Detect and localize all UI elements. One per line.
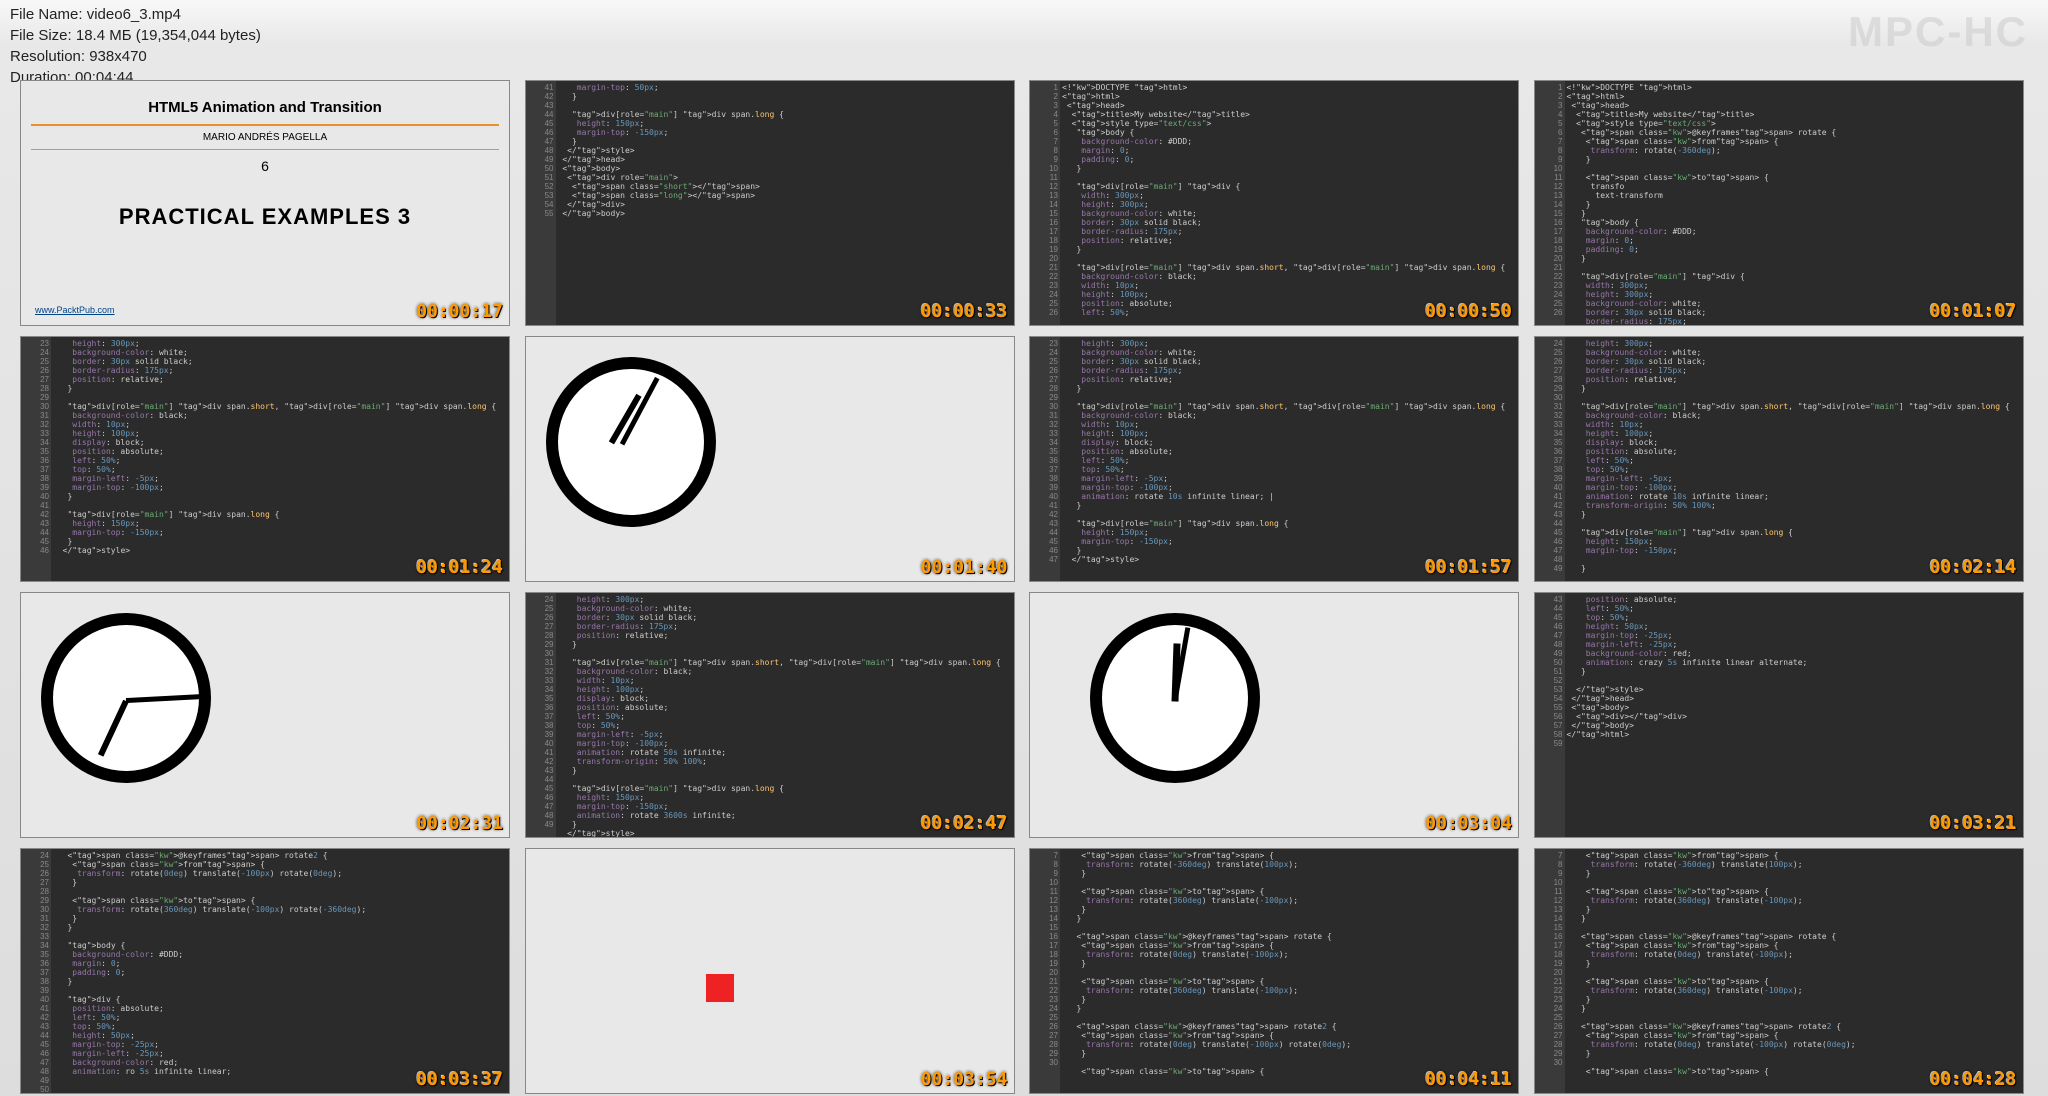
timestamp: 00:02:31 — [416, 813, 503, 834]
code-snippet: <"tag">span class="kw">from"tag">span> {… — [1567, 851, 2021, 1076]
timestamp: 00:04:28 — [1930, 1069, 2017, 1090]
thumbnail[interactable]: 4344454647484950515253545556575859 posit… — [1534, 592, 2024, 838]
code-snippet: margin-top: 50px; } "tag">div[role="main… — [558, 83, 1012, 218]
code-snippet: height: 300px; background-color: white; … — [1062, 339, 1516, 564]
timestamp: 00:03:21 — [1930, 813, 2017, 834]
slide-number: 6 — [31, 158, 499, 174]
thumbnail-grid: HTML5 Animation and Transition MARIO AND… — [20, 80, 2028, 1094]
code-snippet: <!"kw">DOCTYPE "tag">html> <"tag">html> … — [1062, 83, 1516, 317]
timestamp: 00:00:50 — [1425, 301, 1512, 322]
code-snippet: height: 300px; background-color: white; … — [53, 339, 507, 555]
thumbnail[interactable]: 1234567891011121314151617181920212223242… — [1534, 80, 2024, 326]
timestamp: 00:01:40 — [921, 557, 1008, 578]
app-watermark: MPC-HC — [1848, 8, 2028, 56]
slide-heading: PRACTICAL EXAMPLES 3 — [31, 204, 499, 230]
clock-preview — [546, 357, 716, 527]
timestamp: 00:02:47 — [921, 813, 1008, 834]
thumbnail[interactable]: 2324252627282930313233343536373839404142… — [20, 336, 510, 582]
thumbnail[interactable]: 00:03:54 — [525, 848, 1015, 1094]
timestamp: 00:03:04 — [1425, 813, 1512, 834]
thumbnail[interactable]: 414243444546474849505152535455 margin-to… — [525, 80, 1015, 326]
thumbnail[interactable]: 00:01:40 — [525, 336, 1015, 582]
code-snippet: height: 300px; background-color: white; … — [558, 595, 1012, 838]
timestamp: 00:04:11 — [1425, 1069, 1512, 1090]
code-snippet: <"tag">span class="kw">@keyframes"tag">s… — [53, 851, 507, 1076]
code-snippet: <!"kw">DOCTYPE "tag">html> <"tag">html> … — [1567, 83, 2021, 326]
timestamp: 00:00:33 — [921, 301, 1008, 322]
code-snippet: <"tag">span class="kw">from"tag">span> {… — [1062, 851, 1516, 1076]
timestamp: 00:02:14 — [1930, 557, 2017, 578]
timestamp: 00:00:17 — [416, 301, 503, 322]
thumbnail[interactable]: 7891011121314151617181920212223242526272… — [1029, 848, 1519, 1094]
file-info: File Name: video6_3.mp4 File Size: 18.4 … — [10, 4, 261, 88]
red-square-preview — [706, 974, 734, 1002]
timestamp: 00:01:07 — [1930, 301, 2017, 322]
timestamp: 00:01:57 — [1425, 557, 1512, 578]
thumbnail[interactable]: 2425262728293031323334353637383940414243… — [20, 848, 510, 1094]
code-snippet: position: absolute; left: 50%; top: 50%;… — [1567, 595, 2021, 739]
timestamp: 00:01:24 — [416, 557, 503, 578]
code-snippet: height: 300px; background-color: white; … — [1567, 339, 2021, 573]
thumbnail[interactable]: 2425262728293031323334353637383940414243… — [525, 592, 1015, 838]
clock-preview — [1090, 613, 1260, 783]
thumbnail[interactable]: 1234567891011121314151617181920212223242… — [1029, 80, 1519, 326]
timestamp: 00:03:37 — [416, 1069, 503, 1090]
thumbnail[interactable]: 00:03:04 — [1029, 592, 1519, 838]
thumbnail[interactable]: 00:02:31 — [20, 592, 510, 838]
thumbnail[interactable]: HTML5 Animation and Transition MARIO AND… — [20, 80, 510, 326]
thumbnail[interactable]: 7891011121314151617181920212223242526272… — [1534, 848, 2024, 1094]
slide-title: HTML5 Animation and Transition — [31, 91, 499, 126]
thumbnail[interactable]: 2425262728293031323334353637383940414243… — [1534, 336, 2024, 582]
slide-footer: www.PacktPub.com — [35, 305, 115, 315]
clock-preview — [41, 613, 211, 783]
timestamp: 00:03:54 — [921, 1069, 1008, 1090]
thumbnail[interactable]: 2324252627282930313233343536373839404142… — [1029, 336, 1519, 582]
slide-author: MARIO ANDRÉS PAGELLA — [31, 126, 499, 150]
